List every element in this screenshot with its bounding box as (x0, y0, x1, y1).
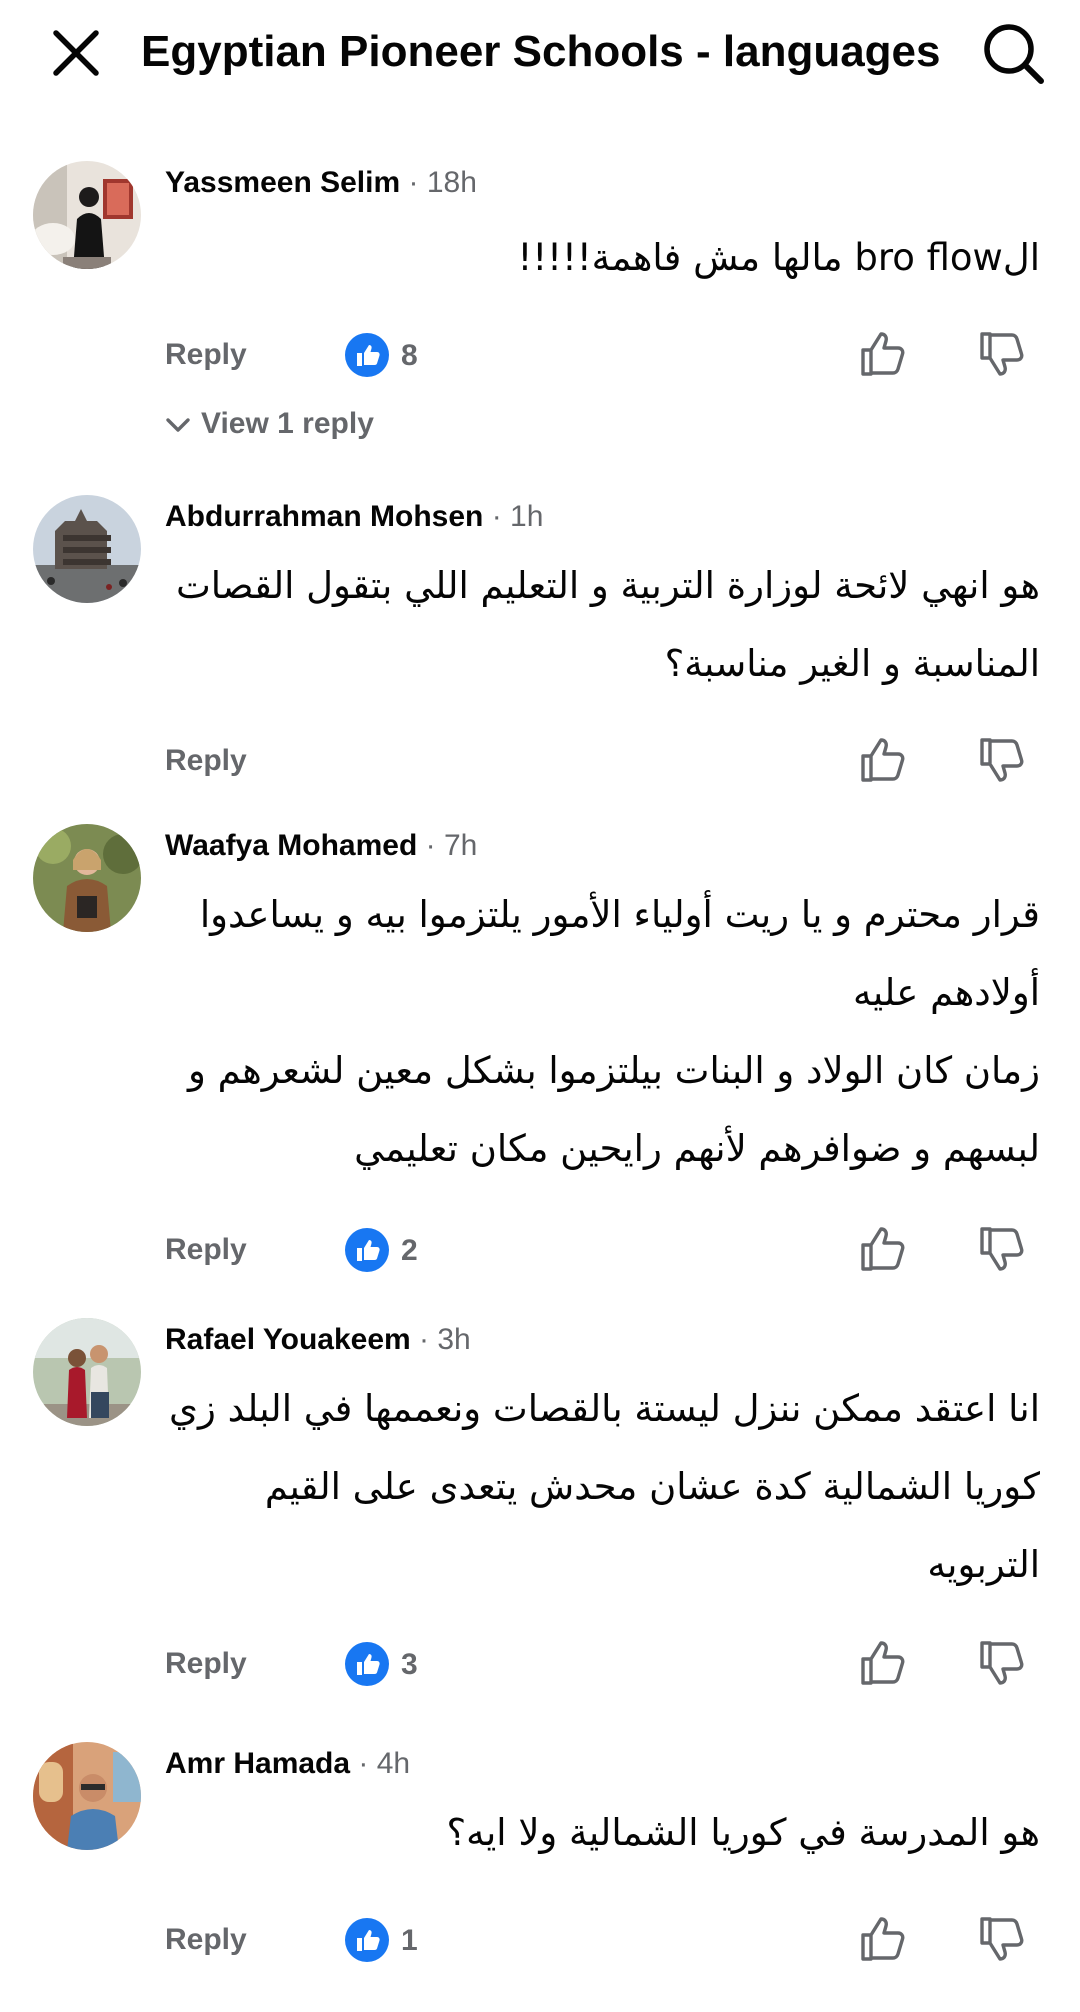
thumbs-down-icon[interactable] (977, 329, 1027, 379)
thumbs-up-icon[interactable] (858, 329, 908, 379)
comment-line: أولادهم عليه (853, 971, 1040, 1014)
comment-line: انا اعتقد ممكن ننزل ليستة بالقصات ونعممه… (169, 1387, 1040, 1430)
thumbs-up-icon[interactable] (858, 1224, 908, 1274)
avatar[interactable] (33, 495, 141, 603)
avatar[interactable] (33, 161, 141, 269)
comments-page: Egyptian Pioneer Schools - languages Yas… (0, 0, 1080, 2012)
search-icon[interactable] (978, 18, 1048, 88)
like-reaction-icon (345, 1228, 389, 1272)
reply-button[interactable]: Reply (165, 1634, 247, 1694)
comment-time[interactable]: 4h (377, 1747, 410, 1780)
author-name[interactable]: Yassmeen Selim (165, 166, 400, 199)
comment-time[interactable]: 18h (427, 166, 477, 199)
like-reaction-icon (345, 1918, 389, 1962)
comment-time[interactable]: 7h (444, 829, 477, 862)
thumbs-down-icon[interactable] (977, 1638, 1027, 1688)
comment-line: هو انهي لائحة لوزارة التربية و التعليم ا… (175, 564, 1040, 607)
comment-actions: Reply 2 (0, 1220, 1080, 1280)
like-reaction-icon (345, 1642, 389, 1686)
comment-actions: Reply 1 (0, 1910, 1080, 1970)
comment-time[interactable]: 1h (510, 500, 543, 533)
chevron-down-icon (166, 418, 190, 432)
like-reaction-icon (345, 333, 389, 377)
author-name[interactable]: Waafya Mohamed (165, 829, 417, 862)
comment-actions: Reply 8 (0, 325, 1080, 385)
thumbs-up-icon[interactable] (858, 1638, 908, 1688)
comment-meta: Waafya Mohamed · 7h (165, 829, 478, 862)
author-name[interactable]: Amr Hamada (165, 1747, 350, 1780)
view-replies-link[interactable]: View 1 reply (165, 399, 374, 449)
thumbs-up-icon[interactable] (858, 735, 908, 785)
thumbs-down-icon[interactable] (977, 1224, 1027, 1274)
comment-line: المناسبة و الغير مناسبة؟ (664, 642, 1040, 685)
close-icon[interactable] (48, 25, 104, 81)
comment-text: انا اعتقد ممكن ننزل ليستة بالقصات ونعممه… (160, 1370, 1040, 1604)
comment-meta: Yassmeen Selim · 18h (165, 166, 477, 199)
thumbs-up-icon[interactable] (858, 1914, 908, 1964)
reply-button[interactable]: Reply (165, 1910, 247, 1970)
avatar[interactable] (33, 1318, 141, 1426)
thumbs-down-icon[interactable] (977, 735, 1027, 785)
comment-actions: Reply (0, 731, 1080, 791)
comment-line: لبسهم و ضوافرهم لأنهم رايحين مكان تعليمي (354, 1127, 1040, 1170)
reply-button[interactable]: Reply (165, 1220, 247, 1280)
reaction-count: 1 (401, 1924, 418, 1957)
author-name[interactable]: Abdurrahman Mohsen (165, 500, 483, 533)
comment-meta: Amr Hamada · 4h (165, 1747, 411, 1780)
avatar[interactable] (33, 1742, 141, 1850)
comment-meta: Abdurrahman Mohsen · 1h (165, 500, 544, 533)
comment-time[interactable]: 3h (437, 1323, 470, 1356)
comment-text: هو انهي لائحة لوزارة التربية و التعليم ا… (160, 547, 1040, 703)
reaction-count: 2 (401, 1234, 418, 1267)
comment-meta: Rafael Youakeem · 3h (165, 1323, 471, 1356)
comment-actions: Reply 3 (0, 1634, 1080, 1694)
comment-line: الbro flow مالها مش فاهمة!!!!! (517, 236, 1040, 279)
comment-line: التربويه (927, 1543, 1040, 1586)
comment-text: قرار محترم و يا ريت أولياء الأمور يلتزمو… (160, 876, 1040, 1188)
page-title: Egyptian Pioneer Schools - languages (141, 27, 941, 76)
author-name[interactable]: Rafael Youakeem (165, 1323, 411, 1356)
view-replies-label: View 1 reply (201, 407, 374, 440)
header: Egyptian Pioneer Schools - languages (0, 0, 1080, 100)
comment-line: زمان كان الولاد و البنات بيلتزموا بشكل م… (188, 1049, 1040, 1092)
comment-line: كوريا الشمالية كدة عشان محدش يتعدى على ا… (264, 1465, 1040, 1508)
comment-line: قرار محترم و يا ريت أولياء الأمور يلتزمو… (199, 893, 1040, 936)
reply-button[interactable]: Reply (165, 325, 247, 385)
comment-text: هو المدرسة في كوريا الشمالية ولا ايه؟ (160, 1794, 1040, 1872)
avatar[interactable] (33, 824, 141, 932)
reaction-count: 3 (401, 1648, 418, 1681)
reaction-count: 8 (401, 339, 418, 372)
thumbs-down-icon[interactable] (977, 1914, 1027, 1964)
comment-line: هو المدرسة في كوريا الشمالية ولا ايه؟ (446, 1811, 1040, 1854)
reply-button[interactable]: Reply (165, 731, 247, 791)
comment-text: الbro flow مالها مش فاهمة!!!!! (160, 219, 1040, 297)
